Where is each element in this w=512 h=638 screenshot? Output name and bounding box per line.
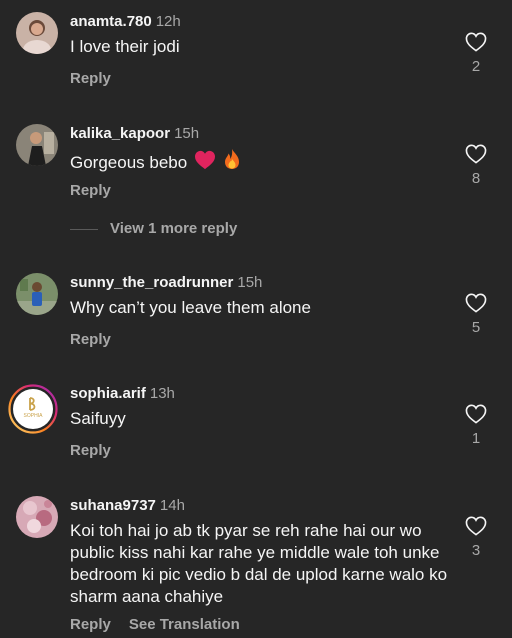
comment-actions: Reply	[70, 69, 129, 89]
avatar[interactable]	[16, 273, 58, 315]
username[interactable]: sunny_the_roadrunner	[70, 274, 233, 291]
like-count: 8	[471, 170, 481, 187]
red-heart-emoji-icon	[194, 150, 215, 170]
avatar[interactable]	[16, 12, 58, 54]
like-count: 5	[471, 319, 481, 336]
comment-actions: Reply	[70, 330, 129, 350]
like-group: 2	[462, 32, 490, 75]
comment-text: Saifuyy	[70, 409, 126, 428]
user-avatar-icon	[16, 12, 58, 54]
comment-time: 15h	[174, 125, 200, 142]
comment-time: 12h	[155, 13, 181, 30]
avatar[interactable]: SOPHIA	[8, 384, 58, 434]
reply-button[interactable]: Reply	[70, 70, 111, 87]
avatar[interactable]	[16, 496, 58, 538]
comment-time: 15h	[237, 274, 263, 291]
user-avatar-icon	[16, 124, 58, 166]
comment-text: Why can’t you leave them alone	[70, 298, 311, 317]
reply-button[interactable]: Reply	[70, 442, 111, 459]
like-group: 1	[462, 404, 490, 447]
heart-outline-icon[interactable]	[465, 293, 487, 313]
see-translation-button[interactable]: See Translation	[129, 616, 240, 633]
view-more-replies-label: View 1 more reply	[110, 220, 238, 237]
like-count: 1	[471, 430, 481, 447]
comment-actions: Reply See Translation	[70, 615, 258, 635]
heart-outline-icon[interactable]	[465, 144, 487, 164]
avatar[interactable]	[16, 124, 58, 166]
comment-header: anamta.780 12h	[70, 12, 181, 32]
like-count: 3	[471, 542, 481, 559]
view-more-replies-button[interactable]: View 1 more reply	[70, 220, 237, 237]
username[interactable]: suhana9737	[70, 497, 156, 514]
reply-button[interactable]: Reply	[70, 331, 111, 348]
username[interactable]: kalika_kapoor	[70, 125, 170, 142]
comments-list: anamta.780 12h I love their jodi Reply 2 …	[0, 0, 512, 638]
reply-button[interactable]: Reply	[70, 616, 111, 633]
comment-text: Koi toh hai jo ab tk pyar se reh rahe ha…	[70, 521, 448, 606]
like-group: 8	[462, 144, 490, 187]
comment-text: Gorgeous bebo	[70, 148, 450, 174]
comment-actions: Reply	[70, 181, 129, 201]
heart-outline-icon[interactable]	[465, 516, 487, 536]
comment-time: 13h	[149, 385, 175, 402]
comment-time: 14h	[159, 497, 185, 514]
divider-line	[70, 228, 98, 230]
comment-header: sunny_the_roadrunner 15h	[70, 273, 262, 293]
comment-text-content: Gorgeous bebo	[70, 153, 188, 172]
like-count: 2	[471, 58, 481, 75]
username[interactable]: sophia.arif	[70, 385, 146, 402]
heart-outline-icon[interactable]	[465, 404, 487, 424]
user-avatar-icon	[16, 496, 58, 538]
user-avatar-icon	[16, 273, 58, 315]
comment-header: kalika_kapoor 15h	[70, 124, 199, 144]
heart-outline-icon[interactable]	[465, 32, 487, 52]
fire-emoji-icon	[224, 149, 239, 169]
sophia-logo-text: SOPHIA	[24, 413, 44, 419]
username[interactable]: anamta.780	[70, 13, 152, 30]
comment-header: suhana9737 14h	[70, 496, 185, 516]
like-group: 5	[462, 293, 490, 336]
reply-button[interactable]: Reply	[70, 182, 111, 199]
like-group: 3	[462, 516, 490, 559]
sophia-logo-avatar-icon: SOPHIA	[8, 384, 58, 434]
comment-text: I love their jodi	[70, 37, 180, 56]
comment-header: sophia.arif 13h	[70, 384, 175, 404]
comment-actions: Reply	[70, 441, 129, 461]
